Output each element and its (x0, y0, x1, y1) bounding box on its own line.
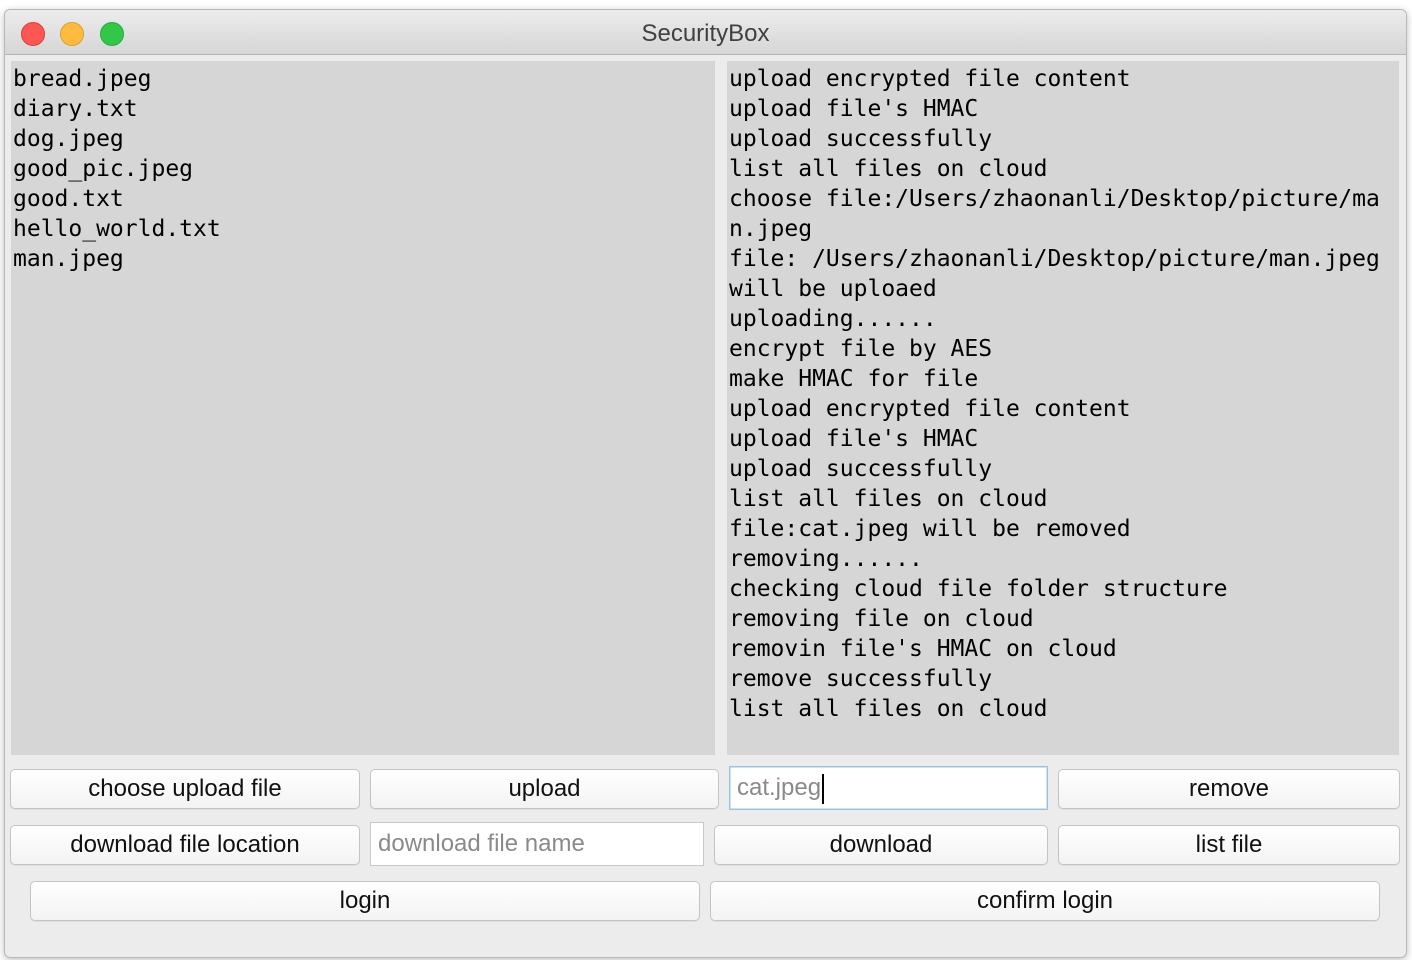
log-line: upload file's HMAC (729, 96, 979, 122)
file-list-item[interactable]: diary.txt (13, 94, 713, 124)
log-line: upload successfully (729, 126, 993, 152)
app-window: SecurityBox bread.jpeg diary.txt dog.jpe… (4, 9, 1407, 958)
download-file-location-button[interactable]: download file location (10, 825, 360, 865)
log-line: checking cloud file folder structure (729, 576, 1228, 602)
text-caret (822, 773, 825, 804)
file-list-item[interactable]: good.txt (13, 184, 713, 214)
log-line: list all files on cloud (729, 156, 1048, 182)
log-line: removing file on cloud (729, 606, 1034, 632)
remove-file-name-value: cat.jpeg (737, 774, 822, 801)
log-line: upload successfully (729, 456, 993, 482)
remove-button[interactable]: remove (1058, 769, 1400, 809)
log-line: list all files on cloud (729, 486, 1048, 512)
activity-log[interactable]: upload encrypted file content upload fil… (727, 61, 1399, 755)
title-bar[interactable]: SecurityBox (5, 10, 1406, 55)
log-line: upload encrypted file content (729, 66, 1131, 92)
log-line: uploading...... (729, 306, 937, 332)
window-title: SecurityBox (641, 20, 770, 47)
file-list-item[interactable]: good_pic.jpeg (13, 154, 713, 184)
log-line: removin file's HMAC on cloud (729, 636, 1117, 662)
file-list-item[interactable]: bread.jpeg (13, 64, 713, 94)
confirm-login-button[interactable]: confirm login (710, 881, 1380, 921)
log-line: remove successfully (729, 666, 993, 692)
file-list-item[interactable]: dog.jpeg (13, 124, 713, 154)
log-line: choose file:/Users/zhaonanli/Desktop/pic… (729, 186, 1380, 242)
log-line: encrypt file by AES (729, 336, 993, 362)
log-line: list all files on cloud (729, 696, 1048, 722)
log-line: removing...... (729, 546, 923, 572)
remove-file-name-input[interactable]: cat.jpeg (729, 766, 1048, 810)
choose-upload-file-button[interactable]: choose upload file (10, 769, 360, 809)
login-button[interactable]: login (30, 881, 700, 921)
upload-button[interactable]: upload (370, 769, 719, 809)
log-line: upload encrypted file content (729, 396, 1131, 422)
file-list-item[interactable]: man.jpeg (13, 244, 713, 274)
log-line: make HMAC for file (729, 366, 979, 392)
cloud-file-list[interactable]: bread.jpeg diary.txt dog.jpeg good_pic.j… (11, 61, 715, 755)
list-file-button[interactable]: list file (1058, 825, 1400, 865)
log-line: upload file's HMAC (729, 426, 979, 452)
file-list-item[interactable]: hello_world.txt (13, 214, 713, 244)
download-file-name-input[interactable]: download file name (370, 822, 704, 866)
log-line: file:cat.jpeg will be removed (729, 516, 1131, 542)
download-button[interactable]: download (714, 825, 1048, 865)
log-line: file: /Users/zhaonanli/Desktop/picture/m… (729, 246, 1394, 302)
